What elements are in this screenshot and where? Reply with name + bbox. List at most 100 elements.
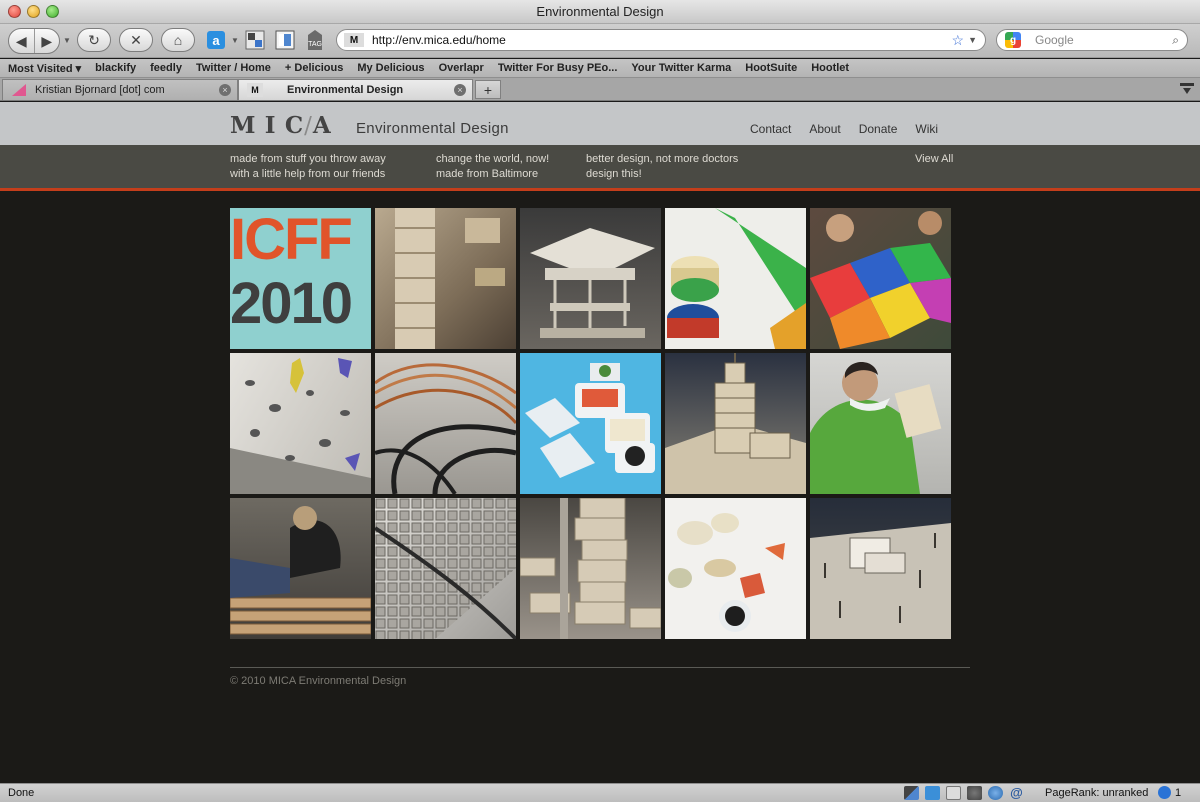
tab-close-icon[interactable]: ×: [454, 84, 466, 96]
project-link[interactable]: made from stuff you throw away: [230, 152, 386, 167]
site-title[interactable]: Environmental Design: [356, 120, 509, 137]
reload-icon: ↻: [88, 31, 100, 48]
back-forward-group: ◀ ▶: [8, 28, 60, 54]
bookmark-twitter-home[interactable]: Twitter / Home: [196, 62, 271, 74]
icff-text: ICFF: [230, 208, 353, 272]
browser-window: Environmental Design ◀ ▶ ▼ ↻ ✕ ⌂ a ▼ TAG: [0, 0, 1200, 802]
logo-separator: /: [304, 113, 313, 139]
bookmark-twitter-karma[interactable]: Your Twitter Karma: [631, 62, 731, 74]
screengrab-icon[interactable]: [904, 786, 919, 800]
bookmark-star-icon[interactable]: ☆: [952, 32, 965, 49]
new-tab-button[interactable]: +: [475, 80, 501, 99]
reload-button[interactable]: ↻: [77, 28, 111, 52]
back-arrow-icon[interactable]: ◀: [9, 29, 35, 53]
project-thumbnail-site-model[interactable]: [810, 498, 951, 639]
google-icon[interactable]: g: [1005, 32, 1021, 48]
status-bar: Done @ PageRank: unranked 1: [0, 783, 1200, 802]
forward-arrow-icon[interactable]: ▶: [35, 29, 60, 53]
bookmark-my-delicious[interactable]: My Delicious: [357, 62, 424, 74]
search-bar[interactable]: g Google ⌕: [996, 29, 1188, 51]
project-link-group: better design, not more doctors design t…: [586, 152, 738, 182]
aviary-extension-icon[interactable]: a: [205, 28, 227, 52]
tab-kristian-bjornard[interactable]: Kristian Bjornard [dot] com ×: [2, 79, 238, 100]
screengrab-extension-icon[interactable]: [244, 28, 266, 52]
project-thumbnail-block-stack[interactable]: [520, 498, 661, 639]
logo-letter: M: [230, 112, 257, 139]
project-thumbnail-wood-chair[interactable]: [230, 498, 371, 639]
mica-favicon-icon: M: [247, 83, 263, 97]
project-thumbnail-house-model[interactable]: [520, 208, 661, 349]
nav-donate[interactable]: Donate: [859, 122, 898, 136]
tag-label: TAG: [308, 41, 322, 48]
tab-label: Environmental Design: [287, 84, 404, 96]
bookmark-twitter-busy[interactable]: Twitter For Busy PEo...: [498, 62, 618, 74]
project-thumbnail-tower-model[interactable]: [665, 353, 806, 494]
tab-label: Kristian Bjornard [dot] com: [35, 84, 165, 96]
site-header: M I C/A Environmental Design Contact Abo…: [0, 102, 1200, 145]
page-panel-extension-icon[interactable]: [274, 28, 296, 52]
project-thumbnail-sculptures[interactable]: [665, 498, 806, 639]
notification-counter[interactable]: 1: [1158, 786, 1181, 799]
page-content: M I C/A Environmental Design Contact Abo…: [0, 102, 1200, 783]
title-bar: Environmental Design: [0, 0, 1200, 24]
project-link[interactable]: with a little help from our friends: [230, 167, 386, 182]
project-thumbnail-woman-reading[interactable]: [810, 353, 951, 494]
url-dropdown-icon[interactable]: ▼: [968, 35, 977, 45]
status-icons: @: [904, 786, 1024, 800]
search-icon[interactable]: ⌕: [1172, 33, 1179, 48]
nav-wiki[interactable]: Wiki: [915, 122, 938, 136]
project-thumbnail-block-tower[interactable]: [375, 208, 516, 349]
project-link-group: made from stuff you throw away with a li…: [230, 152, 386, 182]
tab-bar: Kristian Bjornard [dot] com × M Environm…: [0, 78, 1200, 101]
at-sign-icon[interactable]: @: [1009, 786, 1024, 800]
search-input[interactable]: Google: [1035, 33, 1172, 47]
nav-about[interactable]: About: [809, 122, 840, 136]
bookmark-overlapr[interactable]: Overlapr: [439, 62, 484, 74]
bookmark-most-visited[interactable]: Most Visited ▾: [8, 62, 81, 75]
history-dropdown-icon[interactable]: ▼: [63, 36, 71, 45]
bookmark-feedly[interactable]: feedly: [150, 62, 182, 74]
bookmark-hootsuite[interactable]: HootSuite: [745, 62, 797, 74]
bookmark-blackify[interactable]: blackify: [95, 62, 136, 74]
pagerank-text[interactable]: PageRank: unranked: [1045, 787, 1148, 799]
mica-logo[interactable]: M I C/A: [230, 112, 332, 139]
tab-close-icon[interactable]: ×: [219, 84, 231, 96]
notification-icon: [1158, 786, 1171, 799]
bookmarks-bar: Most Visited ▾ blackify feedly Twitter /…: [0, 59, 1200, 78]
bookmark-delicious[interactable]: + Delicious: [285, 62, 343, 74]
project-thumbnail-green-object[interactable]: [665, 208, 806, 349]
bookmark-hootlet[interactable]: Hootlet: [811, 62, 849, 74]
url-bar[interactable]: M http://env.mica.edu/home ☆ ▼: [336, 29, 986, 51]
location-icon[interactable]: [988, 786, 1003, 800]
snowflake-icon[interactable]: [925, 786, 940, 800]
logo-separator: [277, 113, 285, 139]
project-thumbnail-tubes[interactable]: [375, 353, 516, 494]
home-button[interactable]: ⌂: [161, 28, 195, 52]
project-link[interactable]: better design, not more doctors: [586, 152, 738, 167]
project-thumbnail-climbing-wall[interactable]: [230, 353, 371, 494]
project-link[interactable]: design this!: [586, 167, 738, 182]
logo-letter: A: [312, 112, 332, 139]
project-thumbnail-colorful-game[interactable]: [810, 208, 951, 349]
tab-environmental-design[interactable]: M Environmental Design ×: [238, 79, 473, 100]
logo-separator: [256, 113, 264, 139]
logo-letter: I: [264, 112, 277, 139]
project-link[interactable]: change the world, now!: [436, 152, 549, 167]
tab-list-icon[interactable]: [1180, 83, 1194, 95]
mail-icon[interactable]: [946, 786, 961, 800]
view-all-link[interactable]: View All: [915, 153, 953, 165]
notification-count: 1: [1175, 786, 1182, 799]
stop-button[interactable]: ✕: [119, 28, 153, 52]
nav-contact[interactable]: Contact: [750, 122, 791, 136]
status-text: Done: [8, 787, 35, 799]
project-thumbnail-food-trays[interactable]: [520, 353, 661, 494]
bug-icon[interactable]: [967, 786, 982, 800]
url-text[interactable]: http://env.mica.edu/home: [372, 33, 952, 47]
extension-dropdown-icon[interactable]: ▼: [231, 36, 239, 45]
tag-extension-icon[interactable]: TAG: [304, 28, 326, 52]
project-thumbnail-chain-mesh[interactable]: [375, 498, 516, 639]
window-title: Environmental Design: [536, 4, 664, 19]
project-link[interactable]: made from Baltimore: [436, 167, 549, 182]
project-thumbnail-icff[interactable]: ICFF 2010: [230, 208, 371, 349]
icff-year-text: 2010: [230, 271, 353, 336]
